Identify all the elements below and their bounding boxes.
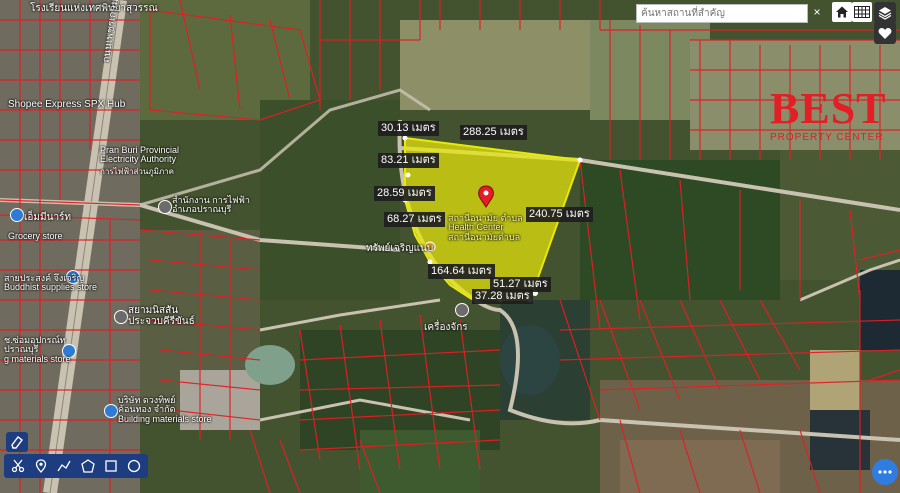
measure-label: 83.21 เมตร — [378, 153, 439, 168]
grid-icon — [854, 6, 870, 18]
scissors-icon — [11, 459, 24, 473]
close-button[interactable]: × — [808, 4, 826, 21]
eraser-icon — [11, 436, 23, 449]
circle-tool-button[interactable] — [125, 457, 143, 475]
place-label-school: โรงเรียนแห่งเทศพิทยาสุวรรณ — [30, 3, 158, 14]
place-label-pea-office: สำนักงาน การไฟฟ้า อำเภอปราณบุรี — [172, 195, 250, 215]
layers-icon — [878, 7, 892, 20]
poi-nissan-icon[interactable] — [114, 310, 128, 324]
home-icon — [836, 6, 848, 18]
measure-label: 37.28 เมตร — [472, 289, 533, 304]
rectangle-icon — [105, 460, 117, 472]
circle-icon — [128, 459, 141, 473]
best-property-logo: BEST PROPERTY CENTER — [770, 86, 890, 156]
polyline-icon — [57, 460, 71, 472]
pin-tool-button[interactable] — [32, 457, 50, 475]
place-label-pea-en: Pran Buri Provincial Electricity Authori… — [100, 145, 180, 165]
poi-machinery-icon[interactable] — [455, 303, 469, 317]
heart-icon — [878, 27, 892, 39]
more-button[interactable] — [872, 459, 898, 485]
rectangle-tool-button[interactable] — [102, 457, 120, 475]
measure-label: 30.13 เมตร — [378, 121, 439, 136]
place-label-grocery-th: เอ็มมีนาร์ท — [24, 212, 72, 223]
measure-label: 164.64 เมตร — [428, 264, 495, 279]
measure-label: 28.59 เมตร — [374, 186, 435, 201]
polygon-tool-button[interactable] — [79, 457, 97, 475]
place-label-building-materials: บริษัท ดวงทิพย์ ค้อนทอง จำกัด Building m… — [118, 395, 212, 424]
pin-icon — [35, 459, 47, 473]
measure-label: 68.27 เมตร — [384, 212, 445, 227]
ellipsis-icon — [878, 470, 892, 474]
place-label-machinery: เครื่องจักร — [424, 322, 468, 333]
poi-pea-icon[interactable] — [158, 200, 172, 214]
measure-label: 288.25 เมตร — [460, 125, 527, 140]
place-label-grocery-en: Grocery store — [8, 231, 63, 241]
poi-grocery-icon[interactable] — [10, 208, 24, 222]
search-input[interactable] — [637, 6, 807, 21]
drawing-toolbar — [4, 454, 148, 478]
place-label-buddhist-store: สายประสงค์ จึงเจริญ Buddhist supplies st… — [4, 273, 98, 293]
home-button[interactable] — [832, 2, 852, 22]
favorite-button[interactable] — [874, 22, 896, 44]
logo-tagline: PROPERTY CENTER — [770, 132, 884, 143]
eraser-button[interactable] — [6, 432, 28, 452]
place-label-materials: ช.ซ่อมอุปกรณ์ท ปราณบุรี g materials stor… — [4, 335, 71, 364]
grid-button[interactable] — [852, 2, 872, 22]
measure-label: 240.75 เมตร — [526, 207, 593, 222]
poi-building-materials-icon[interactable] — [104, 404, 118, 418]
place-label-nissan: สยามนิสสัน ประจวบคีรีขันธ์ — [128, 305, 195, 327]
search-box — [636, 4, 808, 23]
place-label-shop: ทรัพย์เจริญแนบ — [366, 243, 434, 254]
logo-text: BEST — [770, 84, 887, 133]
place-label-pea-th: การไฟฟ้าส่วนภูมิภาค — [100, 167, 174, 176]
polyline-tool-button[interactable] — [55, 457, 73, 475]
polygon-icon — [80, 459, 95, 473]
place-label-shopee: Shopee Express SPX Hub — [8, 99, 126, 110]
place-label-health-center: สถานีอนามัย ตำบล Health Center สถานีอนาม… — [448, 213, 523, 242]
layers-button[interactable] — [874, 2, 896, 24]
cut-tool-button[interactable] — [9, 457, 27, 475]
